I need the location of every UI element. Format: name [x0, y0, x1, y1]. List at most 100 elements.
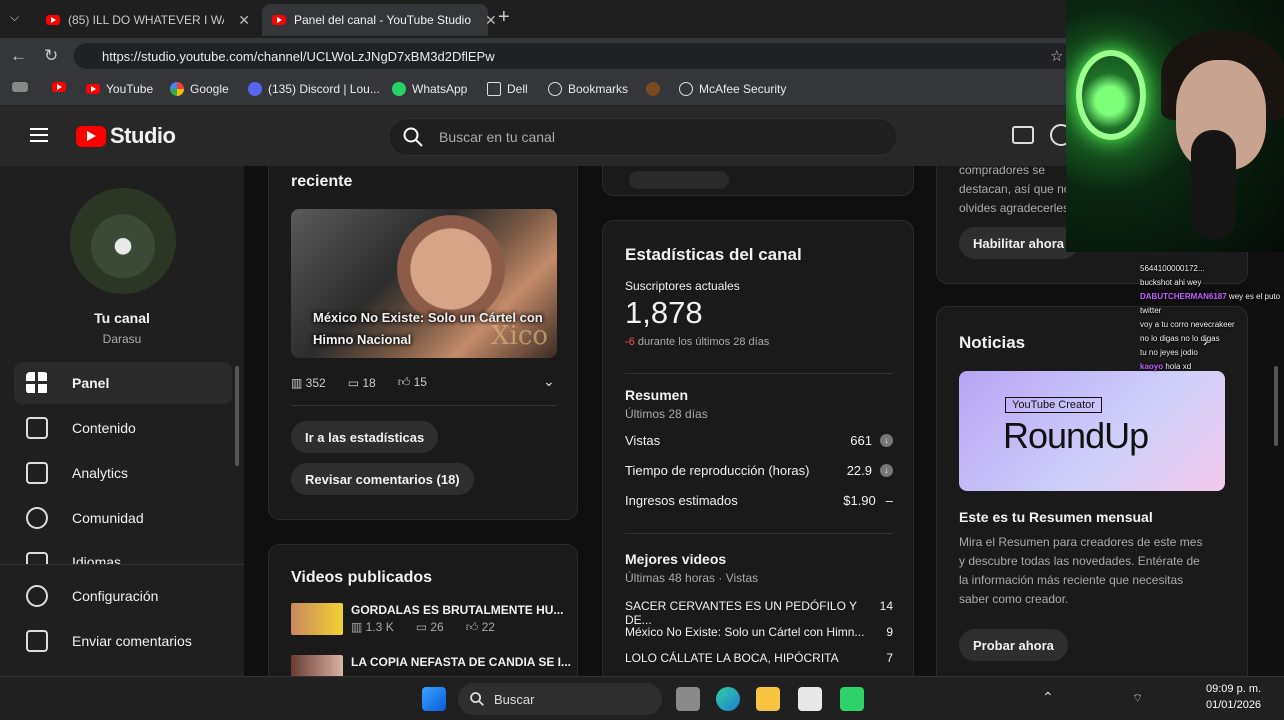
summary-subtitle: Últimos 28 días: [625, 407, 708, 421]
summary-title: Resumen: [625, 387, 689, 403]
channel-search-input[interactable]: Buscar en tu canal: [388, 118, 898, 156]
close-tab-icon[interactable]: ✕: [485, 12, 497, 29]
video-title[interactable]: GORDALAS ES BRUTALMENTE HU...: [351, 603, 563, 617]
edge-browser-icon[interactable]: [716, 687, 740, 711]
likes-metric: 👍︎ 22: [465, 620, 495, 634]
back-arrow-icon[interactable]: ←: [10, 46, 27, 66]
video-thumbnail[interactable]: [291, 655, 343, 676]
chat-message: 5644100000172...: [1140, 264, 1205, 273]
sidebar-item-label: Configuración: [72, 588, 159, 604]
bookmark-dell[interactable]: Dell: [487, 82, 528, 96]
sidebar-item-languages[interactable]: Idiomas: [14, 542, 232, 564]
card-heading: Estadísticas del canal: [625, 245, 802, 264]
bookmark-label: Bookmarks: [568, 82, 629, 96]
youtube-logo-icon: [76, 125, 106, 147]
community-icon: [26, 507, 48, 529]
show-hidden-icons-chevron-icon[interactable]: ⌃: [1042, 689, 1054, 706]
channel-stats-card: Estadísticas del canal Suscriptores actu…: [602, 220, 914, 676]
search-placeholder: Buscar en tu canal: [439, 129, 555, 145]
bookmark-label: McAfee Security: [699, 82, 787, 96]
search-icon: [470, 692, 484, 706]
row-label: Vistas: [625, 433, 661, 448]
sidebar-divider: [0, 564, 244, 565]
sidebar-item-community[interactable]: Comunidad: [14, 497, 232, 539]
go-to-stats-button[interactable]: Ir a las estadísticas: [291, 421, 439, 453]
new-tab-button[interactable]: +: [498, 6, 510, 29]
review-comments-button[interactable]: Revisar comentarios (18): [291, 463, 474, 495]
bookmark-extra[interactable]: [646, 82, 660, 96]
task-view-icon[interactable]: [676, 687, 700, 711]
top-video-title: LOLO CÁLLATE LA BOCA, HIPÓCRITA: [625, 651, 839, 665]
windows-taskbar: Buscar ⌃ ⌔ 09:09 p. m. 01/01/2026: [0, 676, 1284, 720]
top-video-views: 9: [886, 625, 893, 639]
top-video-row[interactable]: México No Existe: Solo un Cártel con Him…: [625, 625, 893, 639]
chat-message: buckshot ahi wey: [1140, 278, 1202, 287]
tab-youtube-video[interactable]: (85) ILL DO WHATEVER I WANT W ✕: [36, 4, 260, 36]
start-windows-icon[interactable]: [422, 687, 446, 711]
button-label: Probar ahora: [973, 637, 1054, 653]
bookmark-discord[interactable]: (135) Discord | Lou...: [248, 82, 380, 96]
sidebar-item-analytics[interactable]: Analytics: [14, 452, 232, 494]
video-thumbnail[interactable]: [291, 603, 343, 635]
clock-time: 09:09 p. m.: [1206, 683, 1262, 695]
sidebar-item-content[interactable]: Contenido: [14, 407, 232, 449]
taskbar-search[interactable]: Buscar: [458, 683, 662, 715]
sidebar: Tu canal Darasu Panel Contenido Analytic…: [0, 166, 244, 676]
close-tab-icon[interactable]: ✕: [238, 12, 250, 29]
studio-logo[interactable]: Studio: [76, 123, 176, 149]
sidebar-item-label: Contenido: [72, 420, 136, 436]
network-icon[interactable]: ⌔: [1132, 691, 1143, 706]
card-button[interactable]: [629, 171, 729, 189]
try-now-button[interactable]: Probar ahora: [959, 629, 1068, 661]
sidebar-item-feedback[interactable]: Enviar comentarios: [14, 620, 232, 662]
neon-sign: [1076, 50, 1146, 140]
chat-message: no lo digas no lo digas: [1140, 334, 1220, 343]
reload-icon[interactable]: ↻: [44, 46, 58, 66]
bookmark-whatsapp[interactable]: WhatsApp: [392, 82, 467, 96]
store-icon[interactable]: [798, 687, 822, 711]
sidebar-scrollbar[interactable]: [235, 366, 239, 466]
bookmark-shortcut-icon[interactable]: [12, 82, 28, 92]
sidebar-item-settings[interactable]: Configuración: [14, 575, 232, 617]
chat-message: DABUTCHERMAN6187 wey es el puto twitter: [1140, 292, 1281, 315]
gear-icon: [26, 585, 48, 607]
discord-icon: [248, 82, 262, 96]
sidebar-item-panel[interactable]: Panel: [14, 362, 232, 404]
top-video-row[interactable]: LOLO CÁLLATE LA BOCA, HIPÓCRITA 7: [625, 651, 893, 665]
views-metric: ▥ 1.3 K: [351, 620, 394, 634]
create-feedback-icon[interactable]: [1012, 126, 1034, 144]
previous-card: [602, 166, 914, 196]
tab-youtube-studio[interactable]: Panel del canal - YouTube Studio ✕: [262, 4, 497, 36]
bookmark-youtube-icon[interactable]: [52, 82, 66, 92]
bookmark-youtube[interactable]: YouTube: [86, 82, 153, 96]
tab-list-button[interactable]: ⌵: [10, 10, 19, 25]
file-explorer-icon[interactable]: [756, 687, 780, 711]
content-icon: [26, 417, 48, 439]
top-video-row[interactable]: SACER CERVANTES ES UN PEDÓFILO Y DE... 1…: [625, 599, 893, 627]
url-field[interactable]: https://studio.youtube.com/channel/UCLWo…: [74, 43, 1074, 69]
bookmark-mcafee[interactable]: McAfee Security: [679, 82, 786, 96]
bookmark-star-icon[interactable]: ☆: [1050, 47, 1063, 65]
streaming-app-icon[interactable]: [840, 687, 864, 711]
delta-text: durante los últimos 28 días: [637, 336, 770, 348]
banner-title: RoundUp: [1003, 415, 1149, 456]
expand-chevron-icon[interactable]: ⌄: [543, 373, 555, 390]
video-thumbnail[interactable]: México No Existe: Solo un Cártel con Him…: [291, 209, 557, 358]
channel-avatar[interactable]: [70, 188, 176, 294]
bookmark-label: WhatsApp: [412, 82, 468, 96]
video-title[interactable]: LA COPIA NEFASTA DE CANDIA SE I...: [351, 655, 571, 669]
published-videos-card: Videos publicados GORDALAS ES BRUTALMENT…: [268, 544, 578, 676]
tab-label: (85) ILL DO WHATEVER I WANT W: [68, 13, 224, 27]
feedback-icon: [26, 630, 48, 652]
summary-row-watchtime: Tiempo de reproducción (horas) 22.9 ↓: [625, 463, 893, 478]
chat-message: voy a tu corro nevecrakeer: [1140, 320, 1235, 329]
sidebar-item-label: Analytics: [72, 465, 129, 481]
bookmark-bookmarks[interactable]: Bookmarks: [548, 82, 628, 96]
bookmark-google[interactable]: Google: [170, 82, 229, 96]
enable-now-button[interactable]: Habilitar ahora: [959, 227, 1079, 259]
row-value: $1.90: [843, 493, 876, 508]
menu-hamburger-icon[interactable]: [30, 128, 48, 142]
card-heading: Videos publicados: [291, 569, 433, 586]
row-label: Ingresos estimados: [625, 493, 738, 508]
clock[interactable]: 09:09 p. m. 01/01/2026: [1206, 681, 1261, 713]
